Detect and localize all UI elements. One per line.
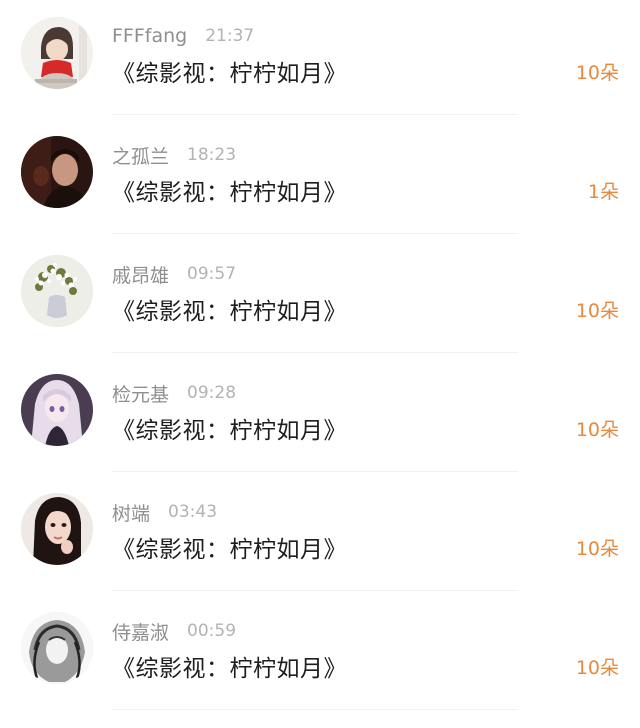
avatar-white-flowers-icon — [21, 255, 93, 327]
timestamp: 00:59 — [187, 621, 237, 641]
avatar[interactable] — [21, 493, 93, 565]
avatar-dark-photo-icon — [21, 136, 93, 208]
divider — [112, 114, 518, 115]
gift-count: 10朵 — [575, 300, 619, 322]
book-title[interactable]: 《综影视：柠柠如月》 — [112, 411, 347, 445]
row-meta: 树端 03:43 — [112, 499, 218, 526]
list-item[interactable]: 树端 03:43 《综影视：柠柠如月》 10朵 — [0, 476, 640, 595]
avatar-girl-red-scarf-icon — [21, 17, 93, 89]
timestamp: 09:28 — [187, 383, 237, 403]
book-title[interactable]: 《综影视：柠柠如月》 — [112, 173, 347, 207]
user-name[interactable]: 树端 — [112, 499, 150, 526]
user-name[interactable]: 之孤兰 — [112, 142, 169, 169]
divider — [112, 709, 518, 710]
book-title[interactable]: 《综影视：柠柠如月》 — [112, 54, 347, 88]
timestamp: 09:57 — [187, 264, 237, 284]
user-name[interactable]: 戚昂雄 — [112, 261, 169, 288]
user-name[interactable]: 检元基 — [112, 380, 169, 407]
timestamp: 03:43 — [168, 502, 218, 522]
row-meta: 侍嘉淑 00:59 — [112, 618, 237, 645]
row-meta: FFFfang 21:37 — [112, 24, 254, 48]
avatar-anime-girl-icon — [21, 374, 93, 446]
gift-count: 10朵 — [575, 62, 619, 84]
avatar-ink-sketch-icon — [21, 612, 93, 684]
list-item[interactable]: 侍嘉淑 00:59 《综影视：柠柠如月》 10朵 — [0, 595, 640, 714]
divider — [112, 590, 518, 591]
divider — [112, 471, 518, 472]
avatar-woman-photo-icon — [21, 493, 93, 565]
gift-count: 10朵 — [575, 538, 619, 560]
list-item[interactable]: 检元基 09:28 《综影视：柠柠如月》 10朵 — [0, 357, 640, 476]
avatar[interactable] — [21, 255, 93, 327]
list-item[interactable]: 戚昂雄 09:57 《综影视：柠柠如月》 10朵 — [0, 238, 640, 357]
gift-count: 10朵 — [575, 657, 619, 679]
timestamp: 18:23 — [187, 145, 237, 165]
avatar[interactable] — [21, 136, 93, 208]
divider — [112, 233, 518, 234]
row-meta: 戚昂雄 09:57 — [112, 261, 237, 288]
book-title[interactable]: 《综影视：柠柠如月》 — [112, 649, 347, 683]
divider — [112, 352, 518, 353]
list-item[interactable]: 之孤兰 18:23 《综影视：柠柠如月》 1朵 — [0, 119, 640, 238]
list-item[interactable]: FFFfang 21:37 《综影视：柠柠如月》 10朵 — [0, 0, 640, 119]
row-meta: 之孤兰 18:23 — [112, 142, 237, 169]
gift-count: 10朵 — [575, 419, 619, 441]
avatar[interactable] — [21, 612, 93, 684]
row-meta: 检元基 09:28 — [112, 380, 237, 407]
book-title[interactable]: 《综影视：柠柠如月》 — [112, 292, 347, 326]
avatar[interactable] — [21, 374, 93, 446]
gift-record-list: FFFfang 21:37 《综影视：柠柠如月》 10朵 之孤兰 18:23 《… — [0, 0, 640, 714]
gift-count: 1朵 — [587, 181, 619, 203]
timestamp: 21:37 — [205, 26, 255, 46]
book-title[interactable]: 《综影视：柠柠如月》 — [112, 530, 347, 564]
user-name[interactable]: 侍嘉淑 — [112, 618, 169, 645]
avatar[interactable] — [21, 17, 93, 89]
user-name[interactable]: FFFfang — [112, 25, 187, 47]
